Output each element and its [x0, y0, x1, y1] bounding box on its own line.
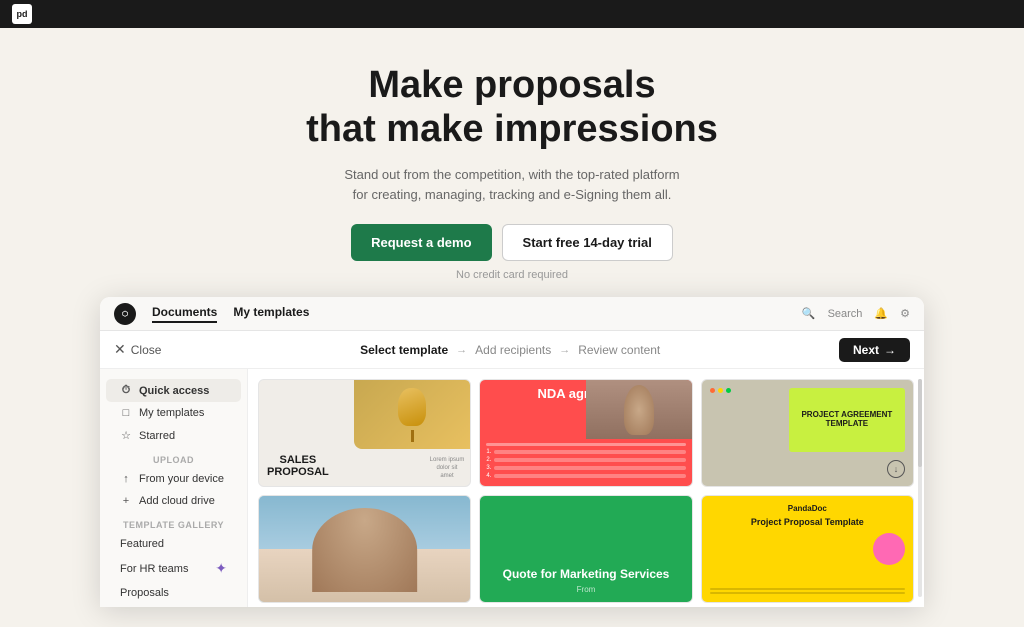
no-credit-card-text: No credit card required [20, 269, 1004, 281]
nav-tab-documents[interactable]: Documents [152, 305, 217, 323]
logo: pd [12, 4, 32, 24]
nda-item-3: 3. [486, 465, 685, 471]
hr-teams-row: For HR teams ✦ [120, 560, 227, 577]
gallery-container: SALESPROPOSAL Lorem ipsumdolor sitamet N… [248, 369, 924, 607]
template-card-project-agreement[interactable]: PROJECT AGREEMENT TEMPLATE ↓ [701, 379, 914, 487]
dot-yellow [718, 388, 723, 393]
app-nav: ⬡ Documents My templates 🔍 Search 🔔 ⚙ [100, 297, 924, 331]
hero-title: Make proposals that make impressions [20, 64, 1004, 151]
step-arrow-1: → [456, 344, 467, 356]
step-add-recipients: Add recipients [475, 343, 551, 357]
nda-line-1 [486, 443, 685, 446]
start-trial-button[interactable]: Start free 14-day trial [502, 224, 673, 261]
quick-access-icon: ⏱ [120, 384, 132, 397]
upload-icon: ↑ [120, 473, 132, 485]
project-agreement-title: PROJECT AGREEMENT TEMPLATE [793, 411, 901, 429]
nda-item-2: 2. [486, 457, 685, 463]
sidebar-label-quick-access: Quick access [139, 385, 209, 397]
nda-item-1: 1. [486, 449, 685, 455]
content-area: ⏱ Quick access □ My templates ☆ Starred … [100, 369, 924, 607]
pd-line-2 [710, 592, 905, 594]
sidebar-item-starred[interactable]: ☆ Starred [106, 424, 241, 447]
nav-right: 🔍 Search 🔔 ⚙ [802, 307, 910, 320]
sales-proposal-image [354, 380, 470, 449]
nda-item-4: 4. [486, 473, 685, 479]
cloud-icon: + [120, 495, 132, 507]
pandadoc-bottom [710, 588, 905, 596]
download-icon: ↓ [887, 460, 905, 478]
nda-body: 1. 2. 3. 4. [486, 443, 685, 481]
upload-section-label: UPLOAD [100, 447, 247, 468]
sales-proposal-small-text: Lorem ipsumdolor sitamet [430, 457, 465, 480]
person-silhouette [312, 508, 418, 593]
template-card-quote-marketing[interactable]: Quote for Marketing Services From [479, 495, 692, 603]
sidebar-label-proposals: Proposals [120, 587, 169, 599]
dot-green [726, 388, 731, 393]
gallery-scrollbar[interactable] [918, 379, 922, 597]
top-bar: pd [0, 0, 1024, 28]
step-review-content: Review content [578, 343, 660, 357]
sidebar-item-from-device[interactable]: ↑ From your device [106, 468, 241, 490]
magic-badge-icon: ✦ [215, 560, 227, 577]
pandadoc-proposal-title: Project Proposal Template [710, 517, 905, 528]
next-arrow-icon: → [884, 343, 896, 357]
sidebar-label-from-device: From your device [139, 473, 224, 485]
pd-line-1 [710, 588, 905, 590]
sidebar-item-add-cloud[interactable]: + Add cloud drive [106, 490, 241, 512]
gallery-section-label: TEMPLATE GALLERY [100, 512, 247, 533]
hero-subtitle: Stand out from the competition, with the… [20, 165, 1004, 204]
pandadoc-header: PandaDoc [710, 504, 905, 513]
template-card-nda[interactable]: NDA agreement 1. 2. 3. 4. [479, 379, 692, 487]
sidebar-label-hr-teams: For HR teams [120, 563, 188, 575]
template-gallery: SALESPROPOSAL Lorem ipsumdolor sitamet N… [248, 369, 924, 607]
sidebar-label-featured: Featured [120, 538, 164, 550]
dots-row [710, 388, 731, 393]
sidebar: ⏱ Quick access □ My templates ☆ Starred … [100, 369, 248, 607]
pink-circle-decoration [873, 533, 905, 565]
bell-icon[interactable]: 🔔 [874, 307, 888, 320]
close-label: Close [131, 343, 162, 357]
scrollbar-thumb [918, 379, 922, 466]
search-icon[interactable]: 🔍 [802, 307, 816, 320]
quote-marketing-title: Quote for Marketing Services [488, 568, 683, 582]
template-card-sales-proposal[interactable]: SALESPROPOSAL Lorem ipsumdolor sitamet [258, 379, 471, 487]
sales-proposal-title: SALESPROPOSAL [267, 454, 329, 478]
hero-buttons: Request a demo Start free 14-day trial [20, 224, 1004, 261]
template-card-woman-photo[interactable] [258, 495, 471, 603]
app-window: ⬡ Documents My templates 🔍 Search 🔔 ⚙ ✕ … [100, 297, 924, 607]
app-logo: ⬡ [114, 303, 136, 325]
request-demo-button[interactable]: Request a demo [351, 224, 491, 261]
sidebar-item-quick-access[interactable]: ⏱ Quick access [106, 379, 241, 402]
template-card-pandadoc-proposal[interactable]: PandaDoc Project Proposal Template [701, 495, 914, 603]
starred-icon: ☆ [120, 429, 132, 442]
sidebar-label-my-templates: My templates [139, 407, 204, 419]
nda-photo [586, 380, 692, 438]
nav-tab-my-templates[interactable]: My templates [233, 305, 309, 323]
next-button[interactable]: Next → [839, 338, 910, 362]
from-label: From [488, 585, 683, 594]
my-templates-icon: □ [120, 407, 132, 419]
sidebar-item-accounting[interactable]: Accounting & tax [106, 604, 241, 607]
step-arrow-2: → [559, 344, 570, 356]
step-select-template: Select template [360, 343, 448, 357]
sidebar-item-my-templates[interactable]: □ My templates [106, 402, 241, 424]
dot-red [710, 388, 715, 393]
hero-section: Make proposals that make impressions Sta… [0, 28, 1024, 627]
close-button[interactable]: ✕ Close [114, 341, 161, 358]
close-x-icon: ✕ [114, 341, 126, 358]
sidebar-label-add-cloud: Add cloud drive [139, 495, 215, 507]
sidebar-label-starred: Starred [139, 430, 175, 442]
sidebar-item-proposals[interactable]: Proposals [106, 582, 241, 604]
search-label[interactable]: Search [828, 308, 863, 320]
modal-header: ✕ Close Select template → Add recipients… [100, 331, 924, 369]
sidebar-item-featured[interactable]: Featured [106, 533, 241, 555]
sidebar-item-hr-teams[interactable]: For HR teams ✦ [106, 555, 241, 582]
project-green-block: PROJECT AGREEMENT TEMPLATE [789, 388, 905, 452]
settings-icon[interactable]: ⚙ [900, 307, 910, 320]
wizard-steps: Select template → Add recipients → Revie… [181, 343, 839, 357]
